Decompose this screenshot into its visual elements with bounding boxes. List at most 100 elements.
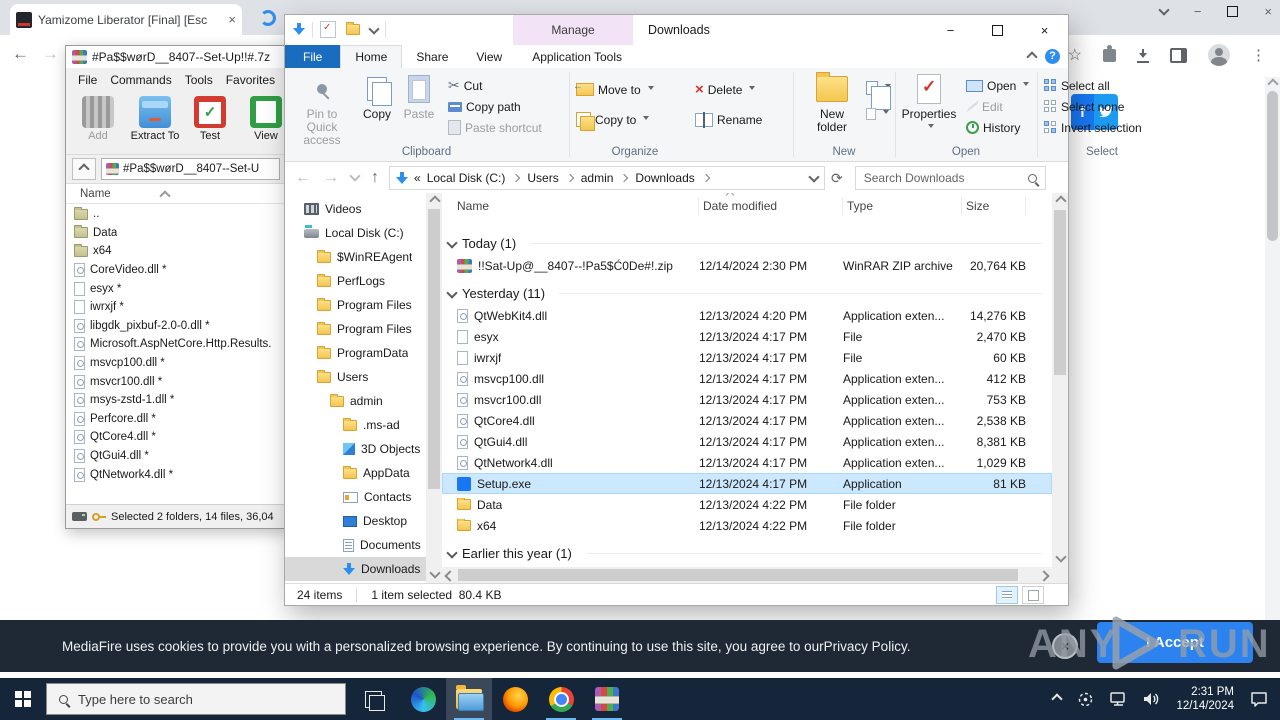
winrar-column-header[interactable]: Name	[66, 183, 286, 204]
tab-application-tools[interactable]: Application Tools	[518, 45, 636, 68]
column-date-modified[interactable]: Date modified	[699, 193, 843, 215]
browser-menu-icon[interactable]: ⋮	[1251, 46, 1266, 64]
file-row-sat-up-8407-pa5-0de-zip[interactable]: !!Sat-Up@__8407--!Pa5$Ć0De#!.zip 12/14/20…	[442, 255, 1052, 276]
taskbar-chrome-button[interactable]	[538, 678, 584, 720]
forward-button[interactable]: →	[323, 169, 339, 187]
cut-button[interactable]: Cut	[448, 76, 483, 95]
winrar-file-row[interactable]: QtCore4.dll *	[66, 428, 286, 447]
file-row-qtgui4-dll[interactable]: QtGui4.dll 12/13/2024 4:17 PM Application …	[442, 431, 1052, 452]
file-row-msvcr100-dll[interactable]: msvcr100.dll 12/13/2024 4:17 PM Applicatio…	[442, 389, 1052, 410]
winrar-file-row[interactable]: x64	[66, 242, 286, 261]
sidebar-item-programdata[interactable]: ProgramData	[285, 341, 426, 365]
taskbar-search-input[interactable]: Type here to search	[46, 683, 346, 715]
file-row-qtwebkit4-dll[interactable]: QtWebKit4.dll 12/13/2024 4:20 PM Applicati…	[442, 305, 1052, 326]
column-size[interactable]: Size	[962, 197, 1026, 215]
sidebar-item-downloads[interactable]: Downloads	[285, 557, 426, 581]
close-button[interactable]: ×	[1021, 15, 1068, 45]
column-type[interactable]: Type	[843, 197, 962, 215]
paste-shortcut-button[interactable]: Paste shortcut	[448, 118, 542, 137]
sidebar-item-contacts[interactable]: Contacts	[285, 485, 426, 509]
winrar-file-row[interactable]: esyx *	[66, 279, 286, 298]
sidebar-item-local-disk-c[interactable]: Local Disk (C:)	[285, 221, 426, 245]
winrar-file-row[interactable]: ..	[66, 205, 286, 224]
vertical-scrollbar[interactable]	[1052, 193, 1068, 583]
winrar-menu-favorites[interactable]: Favorites	[226, 73, 275, 87]
winrar-file-row[interactable]: libgdk_pixbuf-2.0-0.dll *	[66, 317, 286, 336]
select-all-button[interactable]: Select all	[1044, 76, 1110, 95]
navpane-scrollbar[interactable]	[426, 193, 442, 583]
tab-file[interactable]: File	[285, 45, 341, 68]
properties-shortcut-icon[interactable]	[320, 21, 336, 38]
winrar-file-row[interactable]: Data	[66, 224, 286, 243]
tab-close-icon[interactable]: ×	[228, 12, 236, 27]
sidebar-item-perflogs[interactable]: PerfLogs	[285, 269, 426, 293]
new-folder-shortcut-icon[interactable]	[346, 22, 360, 35]
new-folder-button[interactable]: New folder	[804, 72, 860, 134]
accept-cookies-button[interactable]: I Accept	[1097, 622, 1253, 663]
privacy-policy-link[interactable]: Privacy Policy.	[824, 639, 911, 654]
file-row-x64[interactable]: x64 12/13/2024 4:22 PM File folder	[442, 515, 1052, 536]
taskbar-edge-button[interactable]	[400, 678, 446, 720]
winrar-file-row[interactable]: iwrxjf *	[66, 298, 286, 317]
details-view-button[interactable]	[996, 586, 1018, 604]
browser-close-button[interactable]: ×	[1264, 4, 1272, 19]
column-name[interactable]: Name	[442, 197, 699, 215]
open-button[interactable]: Open	[966, 76, 1030, 95]
explorer-titlebar[interactable]: Manage Downloads − ×	[285, 15, 1068, 45]
browser-restore-icon[interactable]	[1227, 6, 1239, 17]
recent-locations-icon[interactable]	[349, 170, 361, 182]
file-row-data[interactable]: Data 12/13/2024 4:22 PM File folder	[442, 494, 1052, 515]
volume-icon[interactable]	[1143, 692, 1160, 706]
winrar-address-field[interactable]: #Pa$$wørD__8407--Set-U	[101, 158, 280, 180]
sidebar-item-videos[interactable]: Videos	[285, 197, 426, 221]
bookmark-star-icon[interactable]: ☆	[1068, 45, 1082, 65]
file-row-iwrxjf[interactable]: iwrxjf 12/13/2024 4:17 PM File 60 KB	[442, 347, 1052, 368]
easy-access-button[interactable]	[866, 104, 889, 123]
horizontal-scrollbar[interactable]	[442, 567, 1052, 583]
winrar-file-row[interactable]: QtNetwork4.dll *	[66, 465, 286, 484]
winrar-titlebar[interactable]: #Pa$$wørD__8407--Set-Up!!#.7z	[66, 46, 286, 68]
address-bar[interactable]: « Local Disk (C:) Users admin Downloads	[389, 166, 825, 190]
group-header-today-1[interactable]: Today (1)	[442, 231, 1052, 255]
edit-button[interactable]: Edit	[966, 97, 1003, 116]
invert-selection-button[interactable]: Invert selection	[1044, 118, 1142, 137]
copy-path-button[interactable]: Copy path	[448, 97, 521, 116]
move-to-button[interactable]: Move to	[573, 80, 654, 99]
taskbar-firefox-button[interactable]	[492, 678, 538, 720]
taskbar-explorer-button[interactable]	[446, 678, 492, 720]
up-button[interactable]: ↑	[371, 169, 379, 187]
sidebar-item-ms-ad[interactable]: .ms-ad	[285, 413, 426, 437]
winrar-file-row[interactable]: Microsoft.AspNetCore.Http.Results.	[66, 335, 286, 354]
file-row-qtnetwork4-dll[interactable]: QtNetwork4.dll 12/13/2024 4:17 PM Applicat…	[442, 452, 1052, 473]
maximize-button[interactable]	[974, 15, 1021, 45]
tab-share[interactable]: Share	[402, 45, 462, 68]
history-button[interactable]: History	[966, 118, 1020, 137]
sidebar-item-desktop[interactable]: Desktop	[285, 509, 426, 533]
breadcrumb-downloads[interactable]: Downloads	[635, 171, 694, 185]
start-button[interactable]	[0, 678, 46, 720]
browser-forward-button[interactable]: →	[42, 44, 59, 64]
winrar-menu-commands[interactable]: Commands	[110, 73, 171, 87]
file-row-qtcore4-dll[interactable]: QtCore4.dll 12/13/2024 4:17 PM Application…	[442, 410, 1052, 431]
sidebar-item-users[interactable]: Users	[285, 365, 426, 389]
mediafire-favicon-icon[interactable]	[260, 10, 276, 26]
refresh-icon[interactable]: ⟳	[831, 170, 843, 187]
winrar-up-button[interactable]	[72, 158, 96, 180]
delete-button[interactable]: × Delete	[695, 80, 756, 99]
taskbar-clock[interactable]: 2:31 PM 12/14/2024	[1176, 685, 1234, 713]
profile-avatar[interactable]	[1208, 44, 1230, 66]
group-header-earlier-this-year-1[interactable]: Earlier this year (1)	[442, 541, 1052, 565]
winrar-menu-file[interactable]: File	[78, 73, 97, 87]
winrar-test-button[interactable]: Test	[188, 96, 232, 142]
side-panel-icon[interactable]	[1170, 47, 1187, 63]
sidebar-item-appdata[interactable]: AppData	[285, 461, 426, 485]
browser-tab-yamizome[interactable]: Yamizome Liberator [Final] [Esc ×	[10, 4, 242, 35]
winrar-file-row[interactable]: Perfcore.dll *	[66, 410, 286, 429]
pin-to-quick-access-button[interactable]: Pin to Quick access	[291, 72, 353, 147]
help-icon[interactable]: ?	[1045, 49, 1060, 64]
back-button[interactable]: ←	[295, 169, 311, 187]
sidebar-item-3d-objects[interactable]: 3D Objects	[285, 437, 426, 461]
large-icons-view-button[interactable]	[1022, 586, 1044, 604]
winrar-menu-tools[interactable]: Tools	[185, 73, 213, 87]
winrar-file-row[interactable]: CoreVideo.dll *	[66, 261, 286, 280]
